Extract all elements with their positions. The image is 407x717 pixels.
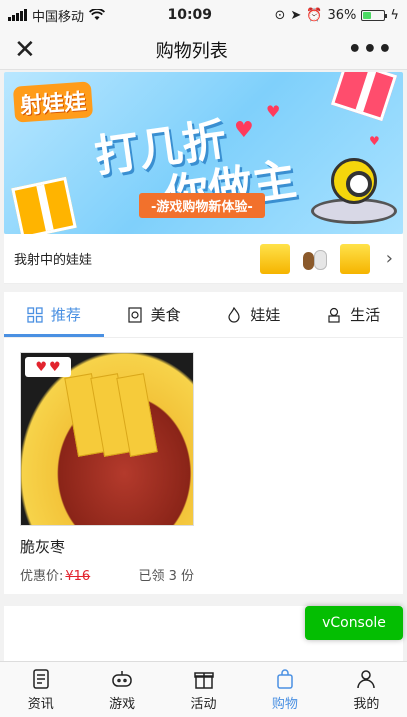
catch-thumbnail bbox=[339, 243, 370, 274]
bottom-tab-label: 游戏 bbox=[109, 696, 136, 712]
battery-percent: 36% bbox=[327, 7, 357, 23]
wifi-icon bbox=[89, 9, 106, 20]
product-price: ¥16 bbox=[65, 569, 91, 584]
catch-thumbnail bbox=[299, 243, 330, 274]
bottom-tab-label: 购物 bbox=[271, 696, 298, 712]
tab-food[interactable]: 美食 bbox=[104, 292, 204, 337]
carrier-name: 中国移动 bbox=[32, 9, 85, 25]
vconsole-button[interactable]: vConsole bbox=[305, 606, 403, 640]
status-bar: 中国移动 10:09 ⊙ ➤ ⏰ 36% ϟ bbox=[0, 0, 407, 30]
tab-label: 生活 bbox=[350, 306, 381, 324]
heart-icon: ♥ bbox=[49, 359, 61, 375]
claimed-count: 已领 3 份 bbox=[138, 569, 194, 584]
status-right: ⊙ ➤ ⏰ 36% ϟ bbox=[275, 8, 399, 23]
chevron-right-icon: › bbox=[385, 248, 393, 269]
product-name: 脆灰枣 bbox=[20, 538, 66, 556]
gift-box-icon bbox=[11, 176, 77, 234]
price-group: 优惠价: ¥16 bbox=[20, 565, 90, 584]
rotation-lock-icon: ⊙ bbox=[274, 7, 286, 23]
bottom-tab-label: 活动 bbox=[190, 696, 217, 712]
game-icon bbox=[112, 670, 132, 687]
banner-tagline: -游戏购物新体验- bbox=[139, 193, 265, 218]
tab-label: 娃娃 bbox=[250, 306, 281, 324]
tab-label: 推荐 bbox=[50, 306, 81, 324]
location-icon: ➤ bbox=[290, 7, 302, 23]
close-icon[interactable]: ✕ bbox=[14, 37, 36, 63]
bottom-tab-news[interactable]: 资讯 bbox=[0, 662, 81, 717]
heart-icon: ♥ bbox=[266, 102, 281, 121]
bottom-tab-shopping[interactable]: 购物 bbox=[244, 662, 325, 717]
tab-dolls[interactable]: 娃娃 bbox=[204, 292, 304, 337]
battery-icon bbox=[361, 9, 388, 21]
status-left: 中国移动 bbox=[8, 6, 106, 25]
bottom-tab-me[interactable]: 我的 bbox=[326, 662, 407, 717]
heart-badge: ♥ ♥ bbox=[25, 357, 71, 377]
gift-box-icon bbox=[330, 72, 398, 122]
nav-bar: ✕ 购物列表 ••• bbox=[0, 30, 407, 70]
category-tabs: 推荐 美食 娃娃 生活 bbox=[4, 292, 403, 338]
bottom-tab-games[interactable]: 游戏 bbox=[81, 662, 162, 717]
clock: 10:09 bbox=[167, 7, 213, 23]
monster-illustration bbox=[331, 158, 377, 204]
alarm-icon: ⏰ bbox=[306, 7, 323, 23]
product-image: ♥ ♥ bbox=[20, 352, 194, 526]
flame-icon bbox=[228, 306, 240, 323]
product-card[interactable]: ♥ ♥ 脆灰枣 优惠价: ¥16 已领 3 份 bbox=[20, 352, 194, 584]
tab-life[interactable]: 生活 bbox=[303, 292, 403, 337]
price-label: 优惠价: bbox=[20, 569, 64, 584]
bottom-tab-label: 资讯 bbox=[27, 696, 54, 712]
my-catches-label: 我射中的娃娃 bbox=[14, 253, 93, 268]
more-icon[interactable]: ••• bbox=[348, 37, 393, 62]
signal-icon bbox=[8, 9, 27, 21]
user-icon bbox=[357, 669, 376, 688]
gift-icon bbox=[193, 671, 214, 689]
food-icon bbox=[128, 306, 142, 323]
product-list: ♥ ♥ 脆灰枣 优惠价: ¥16 已领 3 份 bbox=[4, 338, 403, 594]
bottom-tab-label: 我的 bbox=[353, 696, 380, 712]
page-title: 购物列表 bbox=[155, 40, 228, 62]
news-icon bbox=[32, 668, 49, 689]
grid-icon bbox=[27, 306, 43, 323]
shopping-bag-icon bbox=[277, 668, 293, 689]
product-meta: 优惠价: ¥16 已领 3 份 bbox=[20, 565, 194, 584]
brand-logo: 射娃娃 bbox=[12, 81, 94, 123]
catch-thumbnails: › bbox=[259, 243, 393, 274]
my-catches-row[interactable]: 我射中的娃娃 › bbox=[4, 234, 403, 284]
tab-label: 美食 bbox=[150, 306, 181, 324]
heart-icon: ♥ bbox=[369, 134, 380, 148]
bottom-tab-events[interactable]: 活动 bbox=[163, 662, 244, 717]
bottom-tab-bar: 资讯 游戏 活动 购物 我的 bbox=[0, 661, 407, 717]
heart-icon: ♥ bbox=[35, 359, 47, 375]
heart-icon: ♥ bbox=[234, 118, 254, 143]
life-icon bbox=[328, 307, 340, 323]
catch-thumbnail bbox=[259, 243, 290, 274]
charging-icon: ϟ bbox=[390, 7, 399, 23]
tab-recommend[interactable]: 推荐 bbox=[4, 292, 104, 337]
promo-banner[interactable]: 射娃娃 ♥ ♥ ♥ 打几折 你做主 -游戏购物新体验- bbox=[4, 72, 403, 234]
